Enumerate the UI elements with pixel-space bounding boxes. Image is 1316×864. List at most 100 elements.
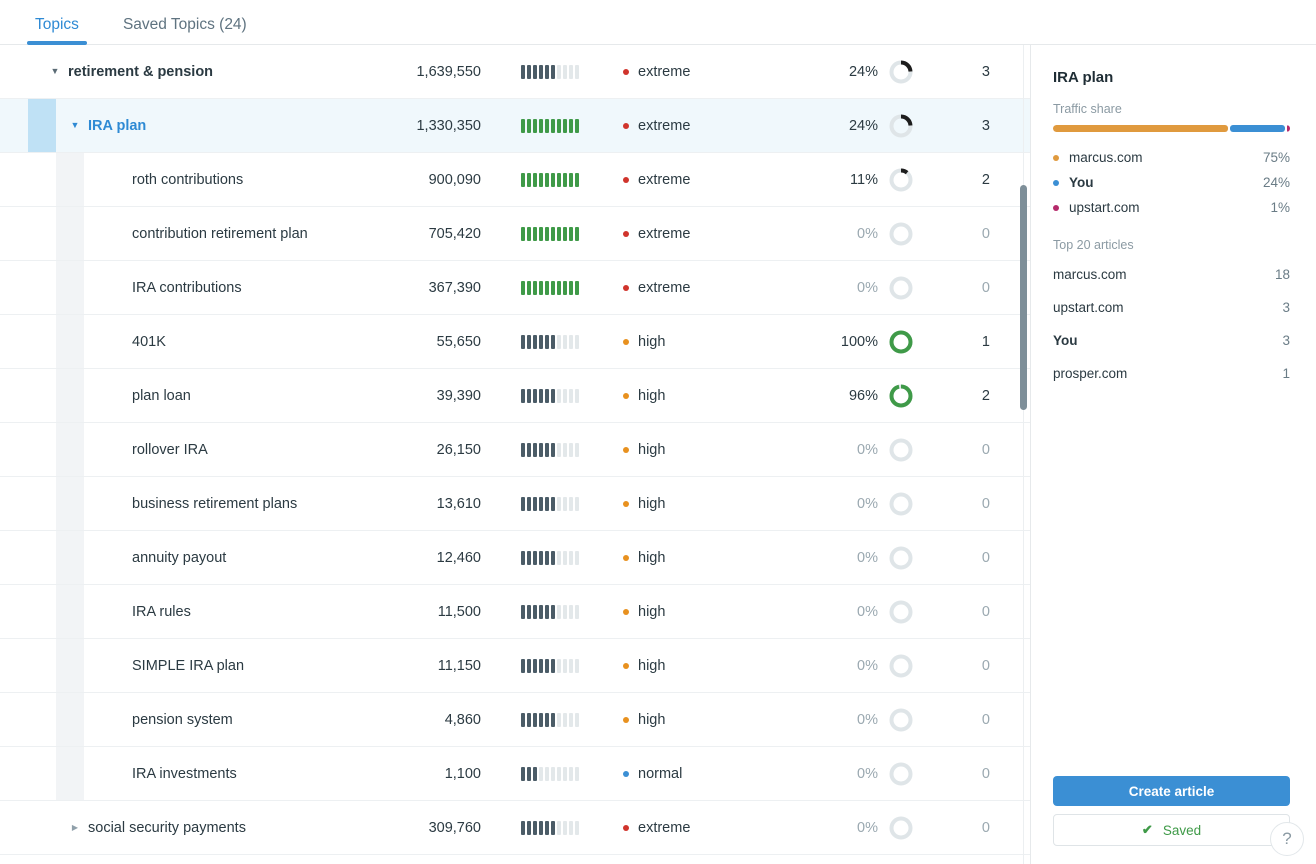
completion-donut [889,762,913,785]
article-count-value: 3 [1282,333,1290,348]
expand-caret-icon[interactable] [48,67,62,76]
table-row[interactable]: IRA investments 1,100 normal 0% 0 [0,747,1030,801]
saved-button[interactable]: ✔ Saved [1053,814,1290,846]
row-indent [0,153,84,206]
difficulty-dot-icon [623,68,629,75]
table-row[interactable]: IRA plan 1,330,350 extreme 24% 3 [0,99,1030,153]
legend-item: marcus.com 75% [1053,145,1290,170]
saved-button-label: Saved [1162,822,1202,838]
expand-caret-icon[interactable] [68,824,82,832]
row-indent [0,99,56,152]
topic-name-cell[interactable]: social security payments [56,820,355,836]
volume-bar-segment [521,496,525,511]
volume-bar-segment [575,442,579,457]
topic-name-label: IRA plan [88,117,147,134]
topic-name-cell[interactable]: IRA plan [56,118,355,134]
volume-bar-segment [521,280,525,295]
difficulty-cell: extreme [615,172,780,188]
volume-bars [521,442,579,457]
table-row[interactable]: SIMPLE IRA plan 11,150 high 0% 0 [0,639,1030,693]
search-volume-cell: 12,460 [436,549,481,566]
volume-bar-segment [563,334,567,349]
topic-name-cell[interactable]: IRA investments [84,766,355,782]
volume-bars [521,118,579,133]
completion-percent-label: 0% [857,765,878,782]
content-body: retirement & pension 1,639,550 extreme 24% 3… [0,45,1316,864]
indent-strip [0,45,28,98]
volume-bar-segment [563,712,567,727]
completion-donut [889,222,913,245]
help-button[interactable]: ? [1270,822,1304,856]
volume-bar-segment [557,280,561,295]
topic-name-cell[interactable]: SIMPLE IRA plan [84,658,355,674]
article-count-cell: 0 [981,603,990,620]
volume-bar-segment [557,496,561,511]
volume-bars [521,604,579,619]
legend-label: marcus.com [1069,150,1143,165]
topic-name-cell[interactable]: IRA contributions [84,280,355,296]
indent-strip [56,423,84,476]
table-row[interactable]: IRA rules 11,500 high 0% 0 [0,585,1030,639]
indent-strip [56,477,84,530]
table-row[interactable]: plan loan 39,390 high 96% 2 [0,369,1030,423]
article-count-cell: 0 [981,279,990,296]
volume-bar-segment [551,64,555,79]
volume-bar-segment [521,550,525,565]
tab-saved-topics-label: Saved Topics (24) [122,15,247,33]
topic-name-cell[interactable]: pension system [84,712,355,728]
completion-cell: 0% [780,275,920,301]
difficulty-cell: extreme [615,280,780,296]
table-row[interactable]: business retirement plans 13,610 high 0% 0 [0,477,1030,531]
topic-name-cell[interactable]: annuity payout [84,550,355,566]
table-row[interactable]: IRA contributions 367,390 extreme 0% 0 [0,261,1030,315]
completion-percent-label: 100% [840,333,878,350]
tab-saved-topics[interactable]: Saved Topics (24) [115,15,255,45]
search-volume-cell: 367,390 [428,279,481,296]
table-row[interactable]: social security payments 309,760 extreme 0%… [0,801,1030,855]
difficulty-cell: high [615,388,780,404]
table-row[interactable]: roth contributions 900,090 extreme 11% 2 [0,153,1030,207]
indent-strip [0,261,28,314]
completion-donut [889,708,913,731]
top-articles-list: marcus.com 18 upstart.com 3 You 3 prosper.com 1 [1053,258,1290,390]
indent-strip [0,477,28,530]
table-row[interactable]: pension system 4,860 high 0% 0 [0,693,1030,747]
tab-topics[interactable]: Topics [27,16,87,45]
completion-donut [889,384,913,407]
volume-bars [521,820,579,835]
topic-name-cell[interactable]: contribution retirement plan [84,226,355,242]
topic-name-cell[interactable]: roth contributions [84,172,355,188]
table-row[interactable]: 401K 55,650 high 100% 1 [0,315,1030,369]
difficulty-cell: high [615,550,780,566]
volume-bar-segment [569,496,573,511]
table-scrollbar-thumb[interactable] [1020,185,1027,410]
difficulty-dot-icon [623,284,629,291]
table-scrollbar-track[interactable] [1020,45,1027,864]
topic-name-cell[interactable]: IRA rules [84,604,355,620]
create-article-button[interactable]: Create article [1053,776,1290,806]
topic-name-cell[interactable]: rollover IRA [84,442,355,458]
table-row[interactable]: retirement & pension 1,639,550 extreme 24% 3 [0,45,1030,99]
table-row[interactable]: contribution retirement plan 705,420 extre… [0,207,1030,261]
topic-name-cell[interactable]: 401K [84,334,355,350]
topic-name-cell[interactable]: plan loan [84,388,355,404]
topic-name-cell[interactable]: retirement & pension [28,64,355,80]
table-row[interactable]: rollover IRA 26,150 high 0% 0 [0,423,1030,477]
difficulty-dot-icon [623,338,629,345]
row-indent [0,747,84,800]
expand-caret-icon[interactable] [68,121,82,130]
volume-bar-segment [545,496,549,511]
difficulty-dot-icon [623,716,629,723]
indent-strip [28,801,56,854]
volume-bar-segment [533,334,537,349]
volume-bar-segment [533,604,537,619]
difficulty-dot-icon [623,392,629,399]
volume-bar-segment [575,712,579,727]
volume-bars [521,172,579,187]
search-volume-cell: 900,090 [428,171,481,188]
completion-cell: 0% [780,221,920,247]
check-icon: ✔ [1141,822,1153,837]
topic-name-cell[interactable]: business retirement plans [84,496,355,512]
topic-name-label: rollover IRA [132,441,208,458]
table-row[interactable]: annuity payout 12,460 high 0% 0 [0,531,1030,585]
